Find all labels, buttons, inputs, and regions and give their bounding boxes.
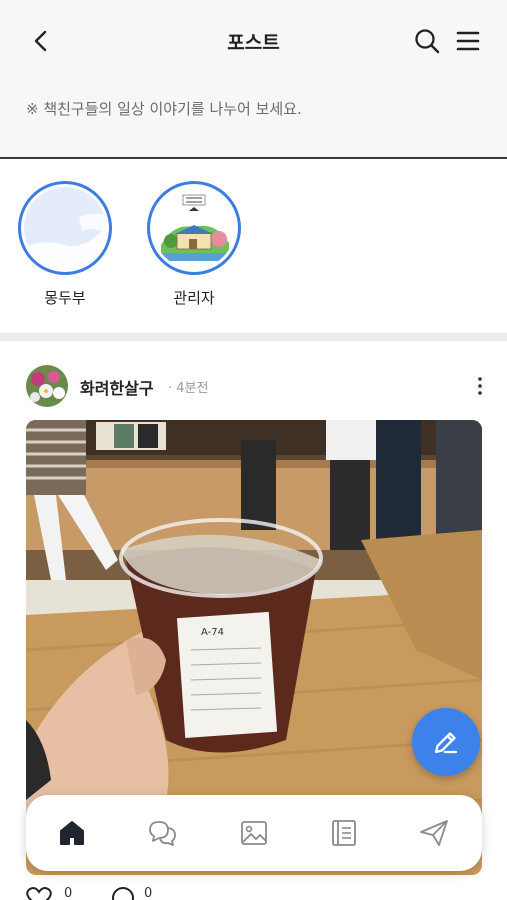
image-icon — [241, 821, 267, 845]
search-button[interactable] — [413, 27, 441, 55]
search-icon — [415, 29, 440, 54]
nav-gallery[interactable] — [238, 817, 270, 849]
heart-icon[interactable] — [26, 886, 52, 900]
post-author[interactable]: 화려한살구 — [80, 375, 154, 399]
comment-count: 0 — [144, 886, 153, 900]
svg-text:A-74: A-74 — [201, 627, 224, 638]
like-count: 0 — [64, 886, 73, 900]
book-icon — [332, 820, 356, 846]
nav-chat[interactable] — [146, 817, 178, 849]
avatar[interactable] — [26, 365, 68, 407]
avatar — [153, 187, 235, 269]
story-item[interactable]: 몽두부 — [17, 181, 113, 308]
post-header: 화려한살구 · 4분전 — [0, 341, 507, 421]
story-ring — [18, 181, 112, 275]
more-vertical-icon — [478, 377, 482, 395]
story-name: 몽두부 — [44, 289, 86, 307]
more-button[interactable] — [470, 375, 490, 397]
app-header: 포스트 — [0, 0, 507, 82]
bottom-nav — [26, 795, 482, 871]
write-post-button[interactable] — [412, 708, 480, 776]
comment-icon[interactable] — [110, 886, 136, 900]
post-reactions: 0 0 — [26, 884, 226, 900]
notice-text: ※ 책친구들의 일상 이야기를 나누어 보세요. — [26, 100, 302, 118]
post-time: · 4분전 — [168, 381, 209, 396]
pencil-icon — [434, 732, 458, 754]
avatar — [24, 187, 106, 269]
home-icon — [60, 821, 84, 845]
story-list: 몽두부 관리자 — [0, 161, 507, 333]
nav-book[interactable] — [328, 817, 360, 849]
nav-home[interactable] — [56, 817, 88, 849]
nav-send[interactable] — [418, 817, 450, 849]
menu-button[interactable] — [455, 28, 481, 54]
send-icon — [420, 820, 448, 846]
section-divider — [0, 333, 507, 341]
story-name: 관리자 — [173, 289, 215, 307]
chat-bubbles-icon — [149, 821, 176, 846]
hamburger-menu-icon — [456, 31, 480, 51]
story-ring — [147, 181, 241, 275]
notice-banner: ※ 책친구들의 일상 이야기를 나누어 보세요. — [0, 82, 507, 159]
story-item[interactable]: 관리자 — [146, 181, 242, 308]
